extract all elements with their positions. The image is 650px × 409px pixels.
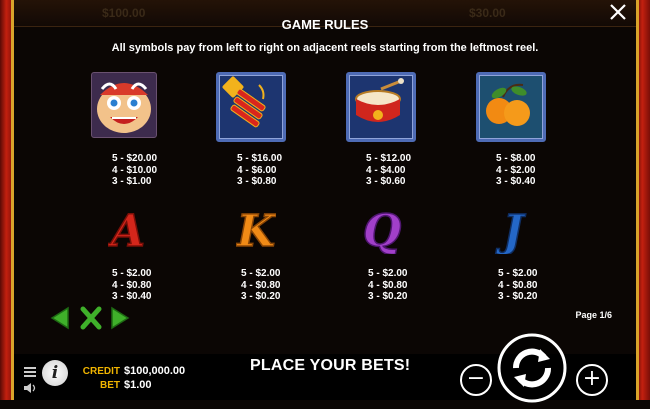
pay-line: 4 - $6.00 (237, 164, 277, 176)
pay-line: 4 - $10.00 (112, 164, 158, 176)
pay-line: 3 - $1.00 (112, 176, 152, 187)
pay-line: 3 - $0.80 (237, 176, 277, 187)
pay-line: 4 - $4.00 (366, 164, 406, 176)
next-page-button[interactable] (110, 306, 132, 330)
menu-button[interactable] (24, 364, 36, 377)
svg-text:K: K (236, 206, 276, 254)
pay-line: 5 - $2.00 (498, 268, 538, 279)
status-message: PLACE YOUR BETS! (250, 357, 411, 374)
bet-label: BET (100, 380, 120, 391)
credit-value: $100,000.00 (124, 365, 186, 377)
pay-table-drum: 5 - $12.00 4 - $4.00 3 - $0.60 (366, 153, 436, 188)
rules-title: GAME RULES (281, 17, 369, 32)
decrease-bet-button[interactable]: − (460, 364, 492, 396)
letter-k-icon: K (234, 204, 278, 258)
info-icon: i (51, 363, 59, 383)
pay-line: 3 - $0.60 (366, 176, 406, 187)
pay-table-k: 5 - $2.00 4 - $0.80 3 - $0.20 (241, 268, 311, 303)
pay-line: 4 - $0.80 (368, 279, 408, 291)
lion-dance-head-icon (91, 72, 157, 138)
pay-line: 5 - $2.00 (112, 268, 152, 279)
mandarin-oranges-icon (476, 72, 546, 142)
pay-line: 5 - $20.00 (112, 153, 158, 164)
arrow-left-icon (50, 306, 69, 330)
spin-arrows-icon (497, 333, 567, 403)
svg-text:J: J (496, 206, 527, 254)
pay-table-lion: 5 - $20.00 4 - $10.00 3 - $1.00 (112, 153, 182, 188)
svg-text:Q: Q (363, 206, 401, 254)
close-rules-x-button[interactable] (78, 306, 104, 330)
right-frame (636, 0, 650, 400)
pay-table-firecrackers: 5 - $16.00 4 - $6.00 3 - $0.80 (237, 153, 307, 188)
pay-line: 4 - $0.80 (498, 279, 538, 291)
pay-line: 3 - $0.20 (498, 291, 538, 302)
increase-bet-button[interactable]: + (576, 364, 608, 396)
pay-line: 4 - $0.80 (241, 279, 281, 291)
pay-line: 5 - $8.00 (496, 153, 536, 164)
x-icon (80, 306, 102, 330)
credit-label: CREDIT (82, 366, 120, 377)
previous-page-button[interactable] (48, 306, 70, 330)
firecrackers-icon (216, 72, 286, 142)
pay-table-q: 5 - $2.00 4 - $0.80 3 - $0.20 (368, 268, 438, 303)
right-gold-edge (636, 0, 639, 400)
pay-line: 5 - $16.00 (237, 153, 283, 164)
page-indicator: Page 1/6 (575, 310, 612, 320)
minus-icon: − (466, 366, 486, 391)
pay-line: 3 - $0.20 (368, 291, 408, 302)
arrow-right-icon (111, 306, 130, 330)
bet-value: $1.00 (124, 379, 152, 391)
letter-q-icon: Q (362, 204, 402, 258)
drum-icon (346, 72, 416, 142)
pay-table-a: 5 - $2.00 4 - $0.80 3 - $0.40 (112, 268, 182, 303)
pay-line: 5 - $12.00 (366, 153, 412, 164)
pay-line: 3 - $0.40 (112, 291, 152, 302)
plus-icon: + (582, 366, 602, 391)
pay-table-j: 5 - $2.00 4 - $0.80 3 - $0.20 (498, 268, 568, 303)
rules-description: All symbols pay from left to right on ad… (111, 42, 539, 54)
pay-line: 3 - $0.40 (496, 176, 536, 187)
pay-line: 4 - $2.00 (496, 164, 536, 176)
pay-line: 4 - $0.80 (112, 279, 152, 291)
menu-icon (24, 367, 36, 377)
pay-line: 3 - $0.20 (241, 291, 281, 302)
pay-table-oranges: 5 - $8.00 4 - $2.00 3 - $0.40 (496, 153, 566, 188)
info-button[interactable]: i (42, 360, 68, 386)
pay-line: 5 - $2.00 (241, 268, 281, 279)
letter-a-icon: A (106, 204, 148, 258)
svg-text:A: A (108, 206, 145, 254)
pay-line: 5 - $2.00 (368, 268, 408, 279)
spin-button[interactable] (496, 332, 568, 404)
sound-button[interactable] (23, 381, 37, 393)
speaker-icon (24, 383, 36, 393)
left-frame (0, 0, 14, 400)
letter-j-icon: J (493, 204, 533, 258)
